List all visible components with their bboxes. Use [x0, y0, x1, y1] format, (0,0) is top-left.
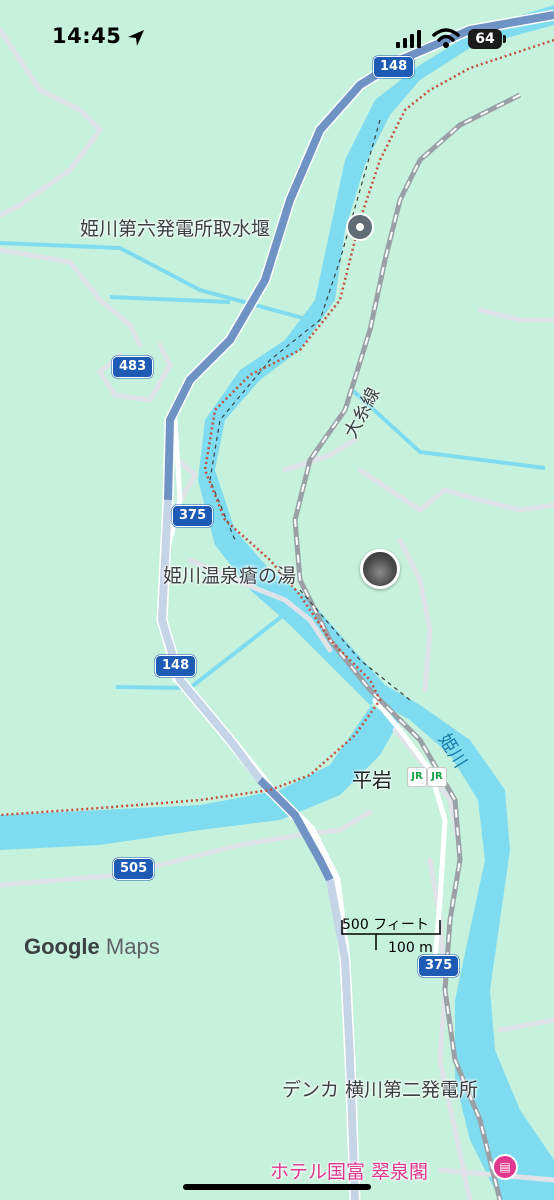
jr-station-icon[interactable]: JR [407, 767, 427, 787]
status-bar: 14:45 64 [0, 0, 554, 80]
home-indicator[interactable] [183, 1184, 371, 1190]
route-shield-483[interactable]: 483 [112, 356, 154, 378]
status-time: 14:45 [52, 24, 122, 48]
onsen-photo-pin-icon[interactable] [360, 549, 400, 589]
location-arrow-icon [128, 30, 144, 46]
route-shield-505[interactable]: 505 [113, 858, 155, 880]
battery-icon: 64 [468, 29, 506, 49]
scale-bar: 500 フィート 100 m [340, 914, 450, 958]
route-shield-148-mid[interactable]: 148 [155, 655, 197, 677]
route-shield-375-mid[interactable]: 375 [172, 505, 214, 527]
station-label[interactable]: 平岩 [352, 764, 392, 793]
place-label-dam[interactable]: 姫川第六発電所取水堰 [80, 214, 270, 241]
wifi-icon [432, 28, 460, 48]
place-label-power-station[interactable]: デンカ 横川第二発電所 [282, 1075, 478, 1102]
route-shield-148-north[interactable]: 148 [373, 56, 415, 78]
hotel-bed-icon[interactable]: ▤ [492, 1154, 518, 1180]
place-label-hotel[interactable]: ホテル国富 翠泉閣 [270, 1157, 428, 1184]
map-canvas[interactable] [0, 0, 554, 1200]
scale-imperial: 500 フィート [342, 917, 429, 933]
logo-product: Maps [105, 934, 160, 959]
dam-pin-icon[interactable] [346, 213, 374, 241]
route-shield-375-south[interactable]: 375 [418, 955, 460, 977]
google-maps-logo: Google Maps [24, 934, 160, 960]
place-label-onsen[interactable]: 姫川温泉瘡の湯 [163, 561, 296, 588]
signal-icon [396, 30, 421, 48]
jr-station-icon-2[interactable]: JR [427, 767, 447, 787]
logo-brand: Google [24, 934, 100, 959]
scale-metric: 100 m [388, 940, 433, 956]
